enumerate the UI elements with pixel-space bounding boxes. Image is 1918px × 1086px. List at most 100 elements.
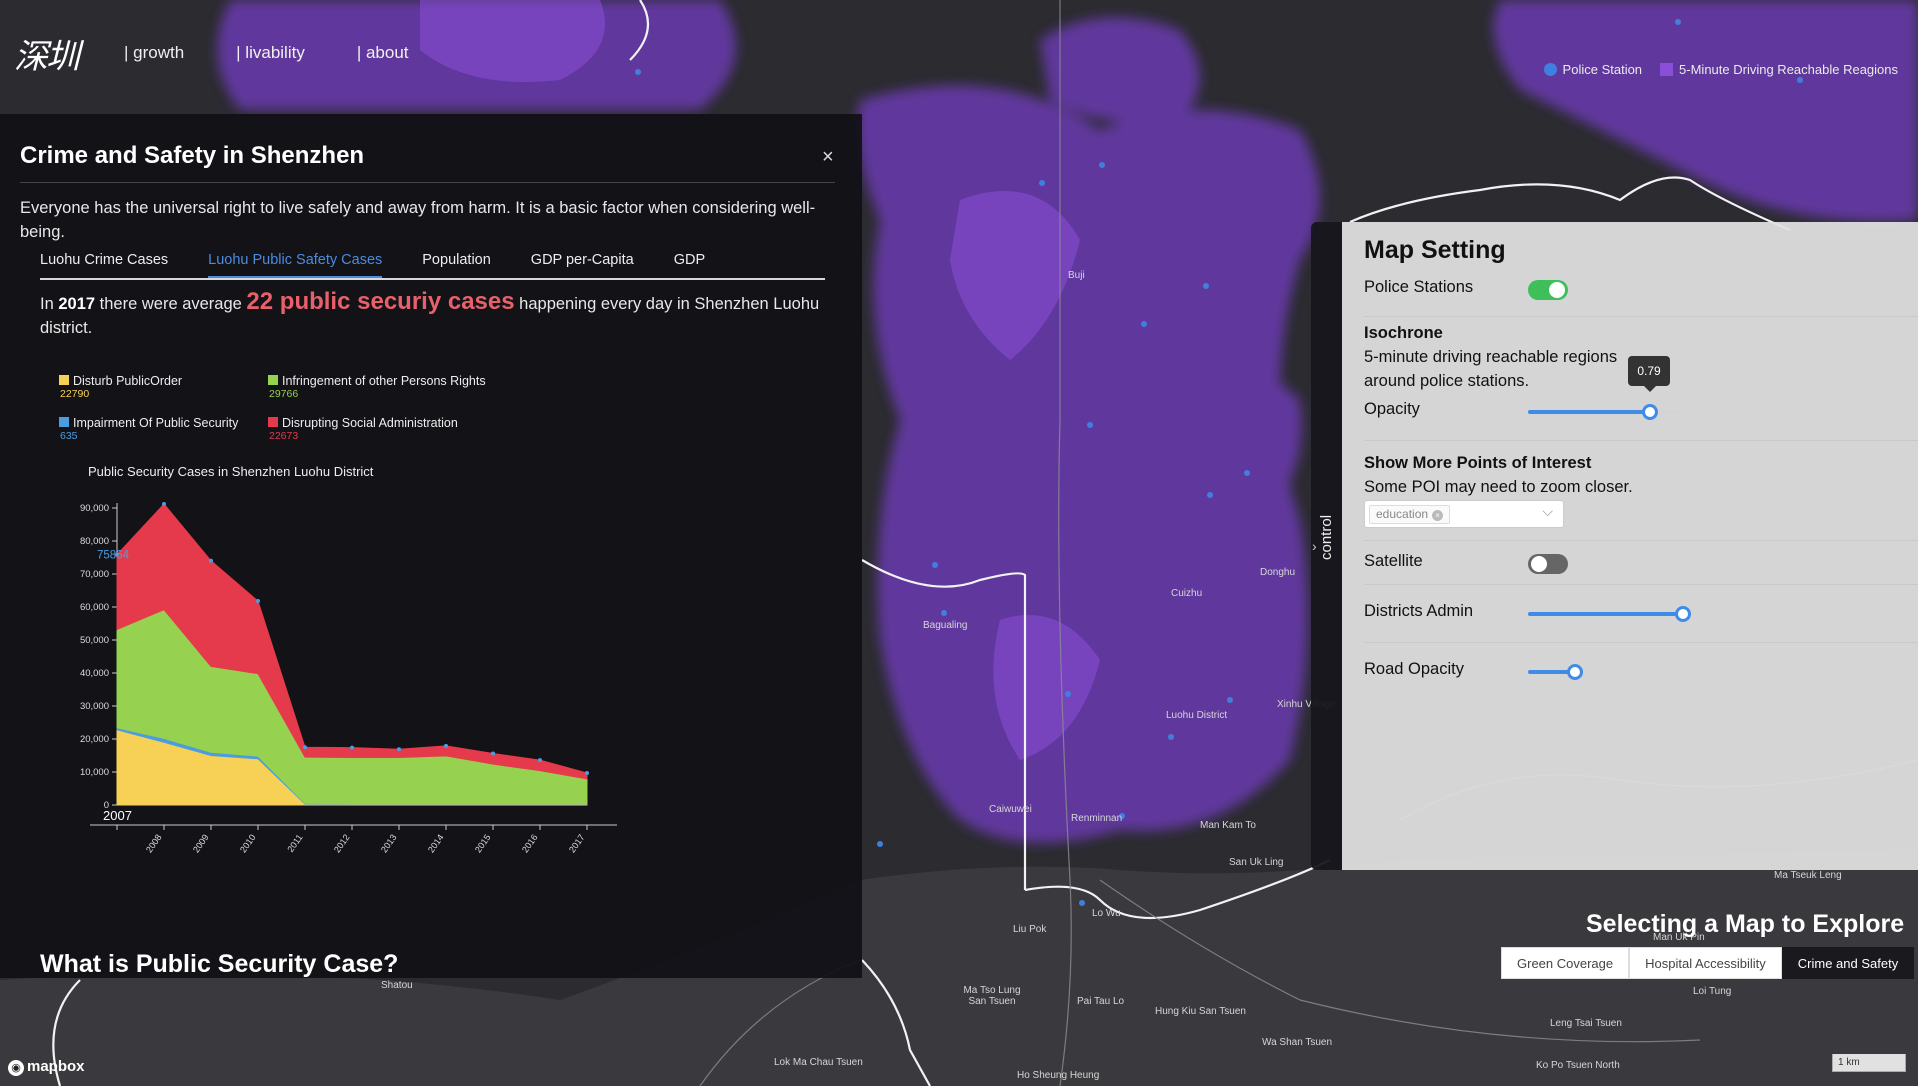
tab-gdp[interactable]: GDP [674,250,705,278]
y-tick-label: 60,000 [80,602,109,613]
legend-swatch [59,375,69,385]
opacity-label: Opacity [1364,400,1420,418]
nav-growth[interactable]: | growth [124,43,184,63]
mapbox-icon: ◉ [8,1060,24,1076]
stacked-area-chart[interactable]: 010,00020,00030,00040,00050,00060,00070,… [40,478,760,908]
isochrone-desc: 5-minute driving reachable regions [1364,348,1618,366]
legend-total: 22673 [269,430,299,442]
green-coverage-button[interactable]: Green Coverage [1501,947,1630,979]
legend-label: Infringement of other Persons Rights [282,374,486,388]
map-legend: Police Station 5-Minute Driving Reachabl… [1543,62,1898,77]
data-point[interactable] [162,502,166,507]
tab-luohu-crime[interactable]: Luohu Crime Cases [40,250,168,278]
road-opacity-slider[interactable] [1528,664,1683,680]
x-tick-label: 2015 [473,832,493,854]
x-tick-label: 2012 [332,832,352,854]
map-settings-panel: Map Setting Police Stations Isochrone 5-… [1342,222,1918,870]
slider-fill [1528,410,1651,414]
tab-luohu-public-safety[interactable]: Luohu Public Safety Cases [208,250,383,278]
map-label: Donghu [1260,567,1296,578]
poi-select[interactable]: education × ⌵ [1364,500,1564,528]
map-label: Ko Po Tsuen North [1536,1060,1620,1071]
map-label: San Uk Ling [1229,857,1284,868]
police-station-swatch [1543,63,1557,76]
map-label: Man Kam To [1200,820,1256,831]
map-label: Renminnan [1071,813,1123,824]
remove-icon[interactable]: × [1432,510,1444,521]
data-point[interactable] [585,770,589,775]
mapbox-logo[interactable]: ◉ mapbox [8,1058,85,1076]
districts-admin-slider[interactable] [1528,606,1691,622]
y-tick-label: 70,000 [80,569,109,580]
police-stations-toggle[interactable] [1528,280,1568,300]
isochrone-opacity-slider[interactable] [1528,404,1683,420]
data-point[interactable] [444,743,448,748]
chevron-right-icon[interactable]: › [1312,538,1317,554]
slider-thumb[interactable] [1675,606,1691,622]
map-label: Pai Tau Lo [1077,996,1125,1007]
legend-swatch [268,375,278,385]
data-point[interactable] [209,558,213,563]
data-point[interactable] [350,745,354,750]
poi-chip[interactable]: education × [1369,505,1451,524]
x-tick-label: 2014 [426,832,446,854]
nav-livability[interactable]: | livability [236,43,305,63]
map-label: Ho Sheung Heung [1017,1070,1100,1081]
close-icon[interactable]: × [822,146,834,169]
hospital-accessibility-button[interactable]: Hospital Accessibility [1629,947,1782,979]
y-tick-label: 80,000 [80,536,109,547]
map-label: Cuizhu [1171,588,1203,599]
x-tick-label: 2013 [379,832,399,854]
y-tick-label: 50,000 [80,635,109,646]
control-label[interactable]: control [1318,515,1335,560]
divider [1364,540,1918,541]
explore-title: Selecting a Map to Explore [1586,910,1905,938]
map-label: Bagualing [923,620,968,631]
map-label: Lok Ma Chau Tsuen [774,1057,863,1068]
mapbox-label: mapbox [27,1058,85,1075]
panel-intro: Everyone has the universal right to live… [20,199,816,241]
data-point[interactable] [256,599,260,604]
legend-label: Disturb PublicOrder [73,374,183,388]
title-divider [20,182,835,183]
chevron-down-icon[interactable]: ⌵ [1542,503,1553,520]
slider-thumb[interactable] [1566,664,1583,680]
road-opacity-label: Road Opacity [1364,660,1464,678]
x-tick-label: 2009 [191,832,211,854]
nav-about[interactable]: | about [357,43,409,63]
legend-disrupting-administration[interactable]: Disrupting Social Administration 22673 [268,416,458,442]
stat-sentence: In 2017 there were average 22 public sec… [40,290,820,340]
map-label: Leng Tsai Tsuen [1550,1018,1622,1029]
data-point[interactable] [303,745,307,750]
y-tick-label: 20,000 [80,734,109,745]
isochrone-heading: Isochrone [1364,324,1443,342]
divider [1364,440,1918,441]
legend-infringement-rights[interactable]: Infringement of other Persons Rights 297… [268,374,486,400]
legend-disturb-public-order[interactable]: Disturb PublicOrder 22790 [59,374,182,400]
map-selector: Green Coverage Hospital Accessibility Cr… [1501,947,1915,979]
x-tick-label: 2010 [238,832,258,854]
poi-desc: Some POI may need to zoom closer. [1364,478,1633,496]
map-label: Ma Tso Lung San Tsuen [963,985,1021,1007]
data-point[interactable] [491,751,495,756]
map-label: Loi Tung [1693,986,1732,997]
data-point[interactable] [538,758,542,763]
divider [1364,316,1918,317]
hover-value: 75864 [97,550,130,562]
map-label: Shatou [381,980,413,991]
site-logo[interactable]: 深圳 [14,29,124,78]
legend-total: 22790 [60,388,90,400]
legend-impairment-security[interactable]: Impairment Of Public Security 635 [59,416,238,442]
crime-safety-button[interactable]: Crime and Safety [1781,947,1915,979]
settings-title: Map Setting [1364,236,1506,264]
tab-gdp-per-capita[interactable]: GDP per-Capita [531,250,634,278]
satellite-toggle[interactable] [1528,554,1568,574]
stat-prefix: In [40,295,59,313]
data-point[interactable] [397,747,401,752]
hover-year: 2007 [103,808,132,823]
legend-police-station: Police Station [1562,62,1643,77]
toggle-knob [1531,556,1547,572]
map-scale: 1 km [1832,1054,1906,1072]
tab-population[interactable]: Population [422,250,491,278]
slider-thumb[interactable] [1642,404,1659,420]
